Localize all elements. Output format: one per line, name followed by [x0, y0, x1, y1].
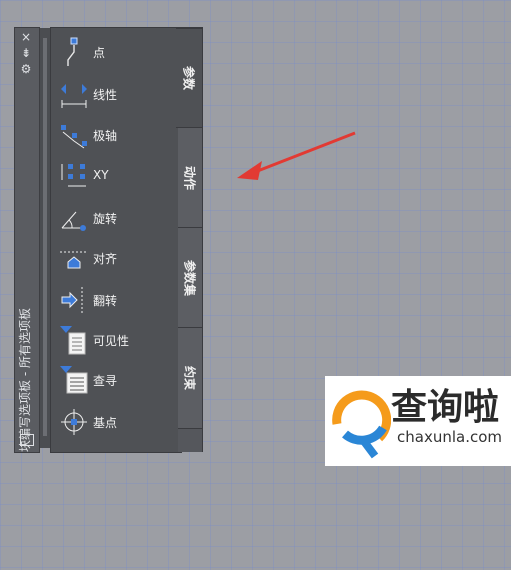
watermark-title: 查询啦 [391, 387, 500, 428]
watermark-url: chaxunla.com [397, 428, 502, 446]
watermark-logo [332, 390, 391, 459]
watermark: 查询啦 chaxunla.com [325, 376, 511, 466]
